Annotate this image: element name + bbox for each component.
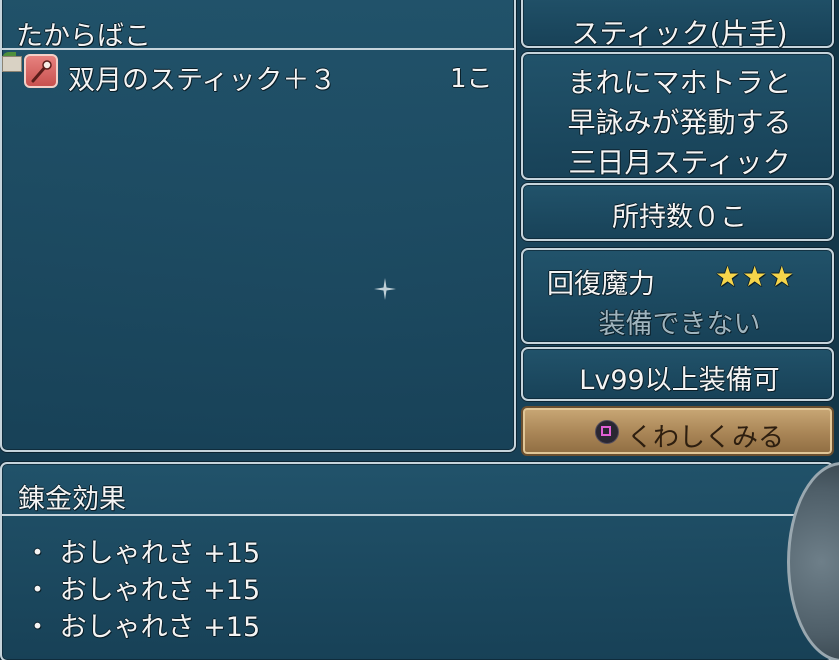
owned-count: 所持数０こ: [612, 202, 747, 233]
description-line: 三日月スティック: [568, 146, 791, 179]
star-rating: ★★★: [715, 260, 797, 293]
game-screen: たからばこ 双月のスティック＋３ 1こ スティック(片手) まれにマホトラと 早…: [0, 0, 839, 660]
description-line: まれにマホトラと: [567, 66, 792, 99]
item-type: スティック(片手): [571, 17, 788, 50]
alchemy-effect: ・ おしゃれさ +15: [24, 612, 261, 643]
equip-status: 装備できない: [598, 309, 761, 340]
alchemy-effect: ・ おしゃれさ +15: [24, 575, 261, 606]
stat-name: 回復魔力: [547, 269, 655, 300]
detail-button[interactable]: くわしくみる: [521, 406, 834, 456]
treasure-item-row[interactable]: 双月のスティック＋３ 1こ: [2, 50, 514, 96]
alchemy-divider: [2, 514, 832, 516]
level-requirement-panel: Lv99以上装備可: [521, 347, 834, 401]
detail-button-label: くわしくみる: [627, 423, 785, 453]
description-line: 早詠みが発動する: [567, 106, 792, 139]
alchemy-effect: ・ おしゃれさ +15: [24, 538, 261, 569]
treasure-box-panel: たからばこ 双月のスティック＋３ 1こ: [0, 0, 516, 452]
stat-panel: 回復魔力 ★★★ 装備できない: [521, 248, 834, 344]
square-button-icon: [595, 420, 619, 444]
item-name: 双月のスティック＋３: [68, 65, 337, 96]
alchemy-panel: 錬金効果 ・ おしゃれさ +15 ・ おしゃれさ +15 ・ おしゃれさ +15: [0, 462, 834, 660]
item-type-panel: スティック(片手): [521, 0, 834, 50]
level-requirement: Lv99以上装備可: [579, 365, 780, 396]
alchemy-title: 錬金効果: [18, 484, 126, 515]
cursor-icon: [2, 56, 22, 72]
wand-icon: [24, 54, 58, 88]
item-count: 1こ: [450, 64, 493, 94]
item-description-panel: まれにマホトラと 早詠みが発動する 三日月スティック: [521, 52, 834, 180]
owned-count-panel: 所持数０こ: [521, 183, 834, 241]
sparkle-icon: [374, 278, 396, 300]
